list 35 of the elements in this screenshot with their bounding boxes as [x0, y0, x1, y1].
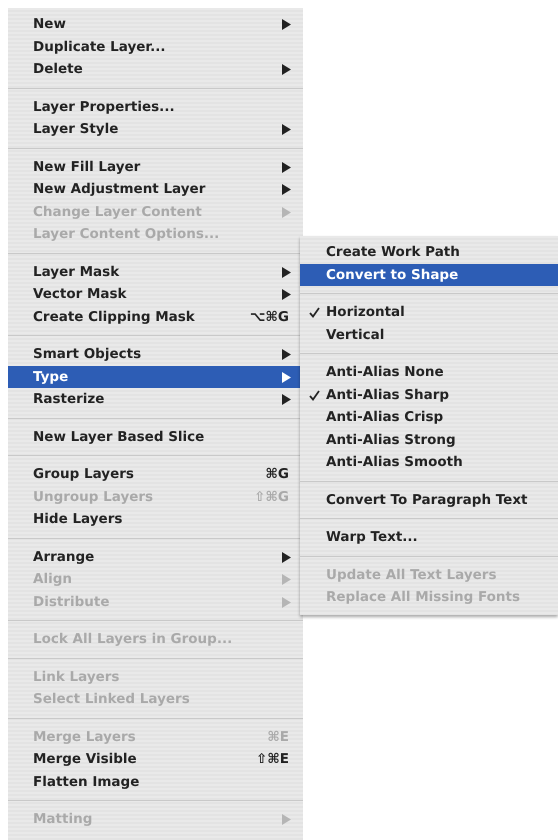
menu-item[interactable]: Vector Mask: [8, 283, 303, 306]
menu-item[interactable]: Horizontal: [300, 301, 558, 324]
menu-item[interactable]: New Adjustment Layer: [8, 178, 303, 200]
menu-item[interactable]: Flatten Image: [8, 770, 303, 793]
menu-item[interactable]: Duplicate Layer...: [8, 36, 303, 58]
menu-item[interactable]: New Fill Layer: [8, 156, 303, 178]
menu-item[interactable]: Group Layers ⌘G: [8, 463, 303, 486]
menu-item[interactable]: Convert To Paragraph Text: [300, 488, 558, 511]
shortcut-label: ⌥⌘G: [250, 308, 289, 325]
menu-item[interactable]: Merge Visible ⇧⌘E: [8, 748, 303, 770]
menu-item[interactable]: Type: [8, 366, 303, 388]
menu-item[interactable]: Rasterize: [8, 388, 303, 410]
menu-item[interactable]: Arrange: [8, 546, 303, 568]
menu-item[interactable]: Anti-Alias Sharp: [300, 384, 558, 406]
menu-item[interactable]: Convert to Shape: [300, 264, 558, 286]
menu-item[interactable]: Delete: [8, 58, 303, 80]
menu-item[interactable]: Create Work Path: [300, 241, 558, 264]
shortcut-label: ⇧⌘G: [254, 488, 289, 505]
menu-item[interactable]: Layer Properties...: [8, 96, 303, 118]
menu-item[interactable]: Vertical: [300, 324, 558, 346]
menu-item[interactable]: Smart Objects: [8, 343, 303, 366]
menu-item[interactable]: Anti-Alias Strong: [300, 428, 558, 451]
menu-item[interactable]: Create Clipping Mask ⌥⌘G: [8, 306, 303, 328]
menu-item[interactable]: New Layer Based Slice: [8, 426, 303, 448]
menu-item[interactable]: Anti-Alias Crisp: [300, 406, 558, 428]
shortcut-label: ⌘G: [265, 466, 289, 482]
shortcut-label: ⇧⌘E: [256, 751, 289, 768]
shortcut-label: ⌘E: [267, 728, 289, 745]
menu-item[interactable]: Hide Layers: [8, 508, 303, 530]
menu-item[interactable]: New: [8, 13, 303, 36]
menu-item[interactable]: Anti-Alias None: [300, 361, 558, 384]
menu-item[interactable]: Anti-Alias Smooth: [300, 451, 558, 474]
menu-item[interactable]: Layer Style: [8, 118, 303, 140]
menu-item[interactable]: Layer Mask: [8, 260, 303, 283]
menu-item[interactable]: Warp Text...: [300, 526, 558, 548]
